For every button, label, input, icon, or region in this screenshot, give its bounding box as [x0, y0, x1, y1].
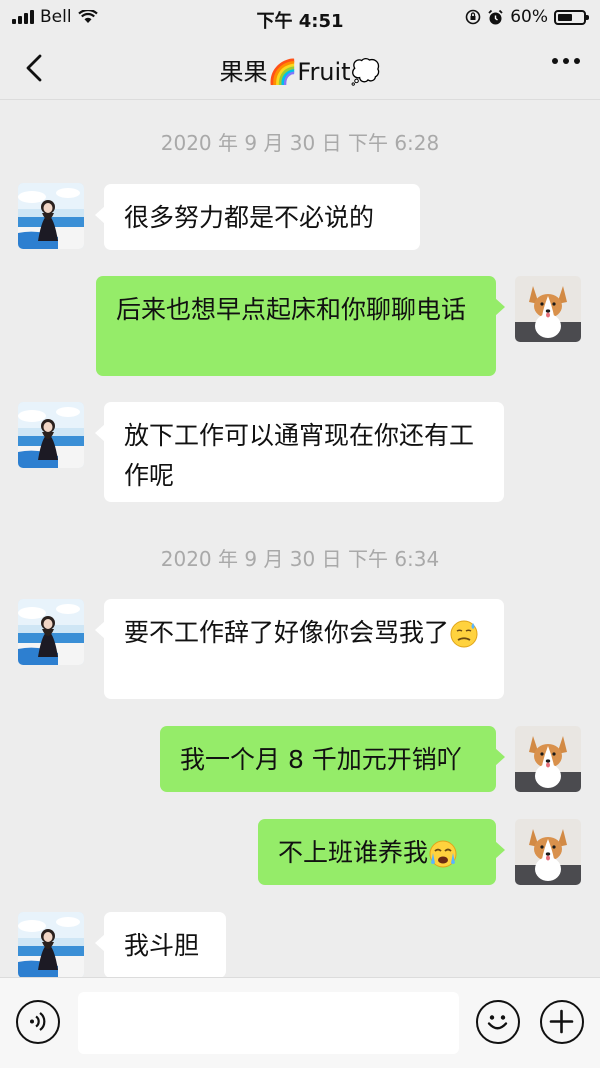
- battery-percent: 60%: [510, 7, 548, 27]
- more-dots-icon[interactable]: [552, 58, 580, 64]
- alarm-icon: [488, 9, 503, 24]
- message-text: 放下工作可以通宵现在你还有工作呢: [124, 421, 475, 490]
- contact-avatar[interactable]: [18, 183, 84, 249]
- chat-title: 果果🌈Fruit💭: [219, 58, 381, 86]
- orientation-lock-icon: [465, 9, 481, 25]
- chat-header: 果果🌈Fruit💭: [0, 36, 600, 100]
- message-bubble-received[interactable]: 要不工作辞了好像你会骂我了: [95, 599, 504, 699]
- message-list[interactable]: 2020 年 9 月 30 日 下午 6:28 很多努力都是不必说的 后来也想早…: [0, 101, 600, 977]
- sweat-face-emoji-icon: [450, 620, 478, 648]
- message-bubble-sent[interactable]: 后来也想早点起床和你聊聊电话: [96, 276, 505, 376]
- self-avatar[interactable]: [515, 276, 581, 342]
- message-text: 要不工作辞了好像你会骂我了: [124, 618, 450, 647]
- message-text: 不上班谁养我: [278, 838, 429, 867]
- message-timestamp: 2020 年 9 月 30 日 下午 6:28: [160, 131, 440, 155]
- message-bubble-sent[interactable]: 不上班谁养我: [258, 819, 505, 885]
- self-avatar[interactable]: [515, 819, 581, 885]
- message-bubble-sent[interactable]: 我一个月 8 千加元开销吖: [160, 726, 505, 792]
- message-bubble-received[interactable]: 我斗胆: [95, 912, 226, 977]
- contact-avatar[interactable]: [18, 599, 84, 665]
- add-icon[interactable]: [540, 1000, 584, 1044]
- voice-icon[interactable]: [16, 1000, 60, 1044]
- status-bar: Bell 下午 4:51 60%: [0, 0, 600, 36]
- message-bubble-received[interactable]: 很多努力都是不必说的: [95, 184, 420, 250]
- message-input[interactable]: [78, 992, 459, 1054]
- emoji-icon[interactable]: [476, 1000, 520, 1044]
- message-text: 我一个月 8 千加元开销吖: [180, 745, 462, 774]
- message-timestamp: 2020 年 9 月 30 日 下午 6:34: [160, 547, 440, 571]
- message-text: 后来也想早点起床和你聊聊电话: [116, 295, 467, 324]
- contact-avatar[interactable]: [18, 402, 84, 468]
- crying-face-emoji-icon: [429, 840, 457, 868]
- message-text: 我斗胆: [124, 931, 200, 960]
- self-avatar[interactable]: [515, 726, 581, 792]
- battery-icon: [554, 9, 589, 25]
- message-bubble-received[interactable]: 放下工作可以通宵现在你还有工作呢: [95, 402, 504, 502]
- message-text: 很多努力都是不必说的: [124, 203, 375, 232]
- input-bar: [0, 977, 600, 1068]
- contact-avatar[interactable]: [18, 912, 84, 977]
